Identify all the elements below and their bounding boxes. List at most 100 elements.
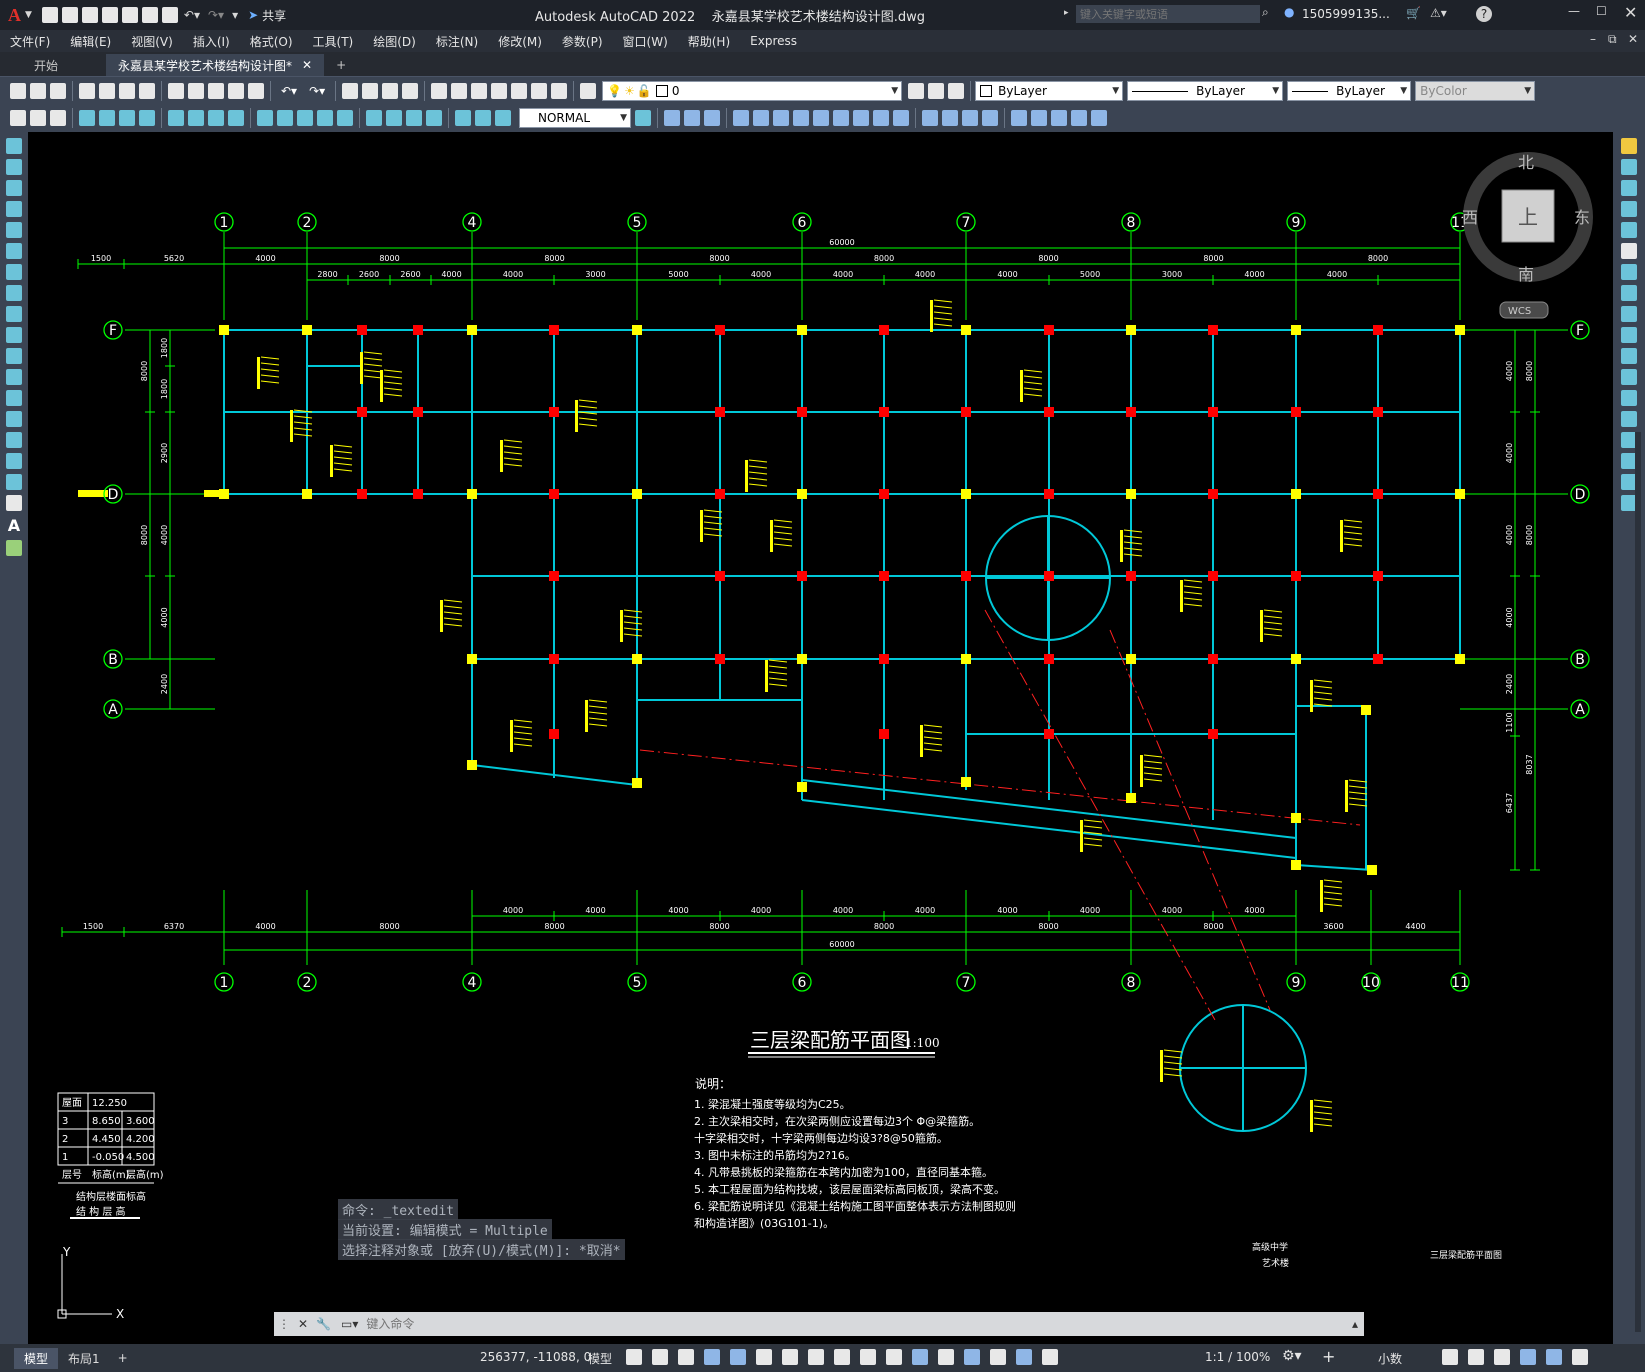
explode-icon[interactable] bbox=[813, 110, 829, 126]
viewcube-north[interactable]: 北 bbox=[1518, 153, 1534, 172]
polyline-icon[interactable] bbox=[6, 180, 22, 196]
undo-icon[interactable]: ↶▾ bbox=[184, 8, 200, 22]
customization-icon[interactable] bbox=[1572, 1349, 1588, 1365]
menu-help[interactable]: 帮助(H) bbox=[688, 33, 730, 50]
search-input[interactable] bbox=[1076, 5, 1260, 23]
menu-window[interactable]: 窗口(W) bbox=[623, 33, 668, 50]
plot-tb-icon[interactable] bbox=[79, 83, 95, 99]
rotate-icon[interactable] bbox=[893, 110, 909, 126]
offset-icon[interactable] bbox=[922, 110, 938, 126]
add-selected-icon[interactable] bbox=[6, 540, 22, 556]
doc-restore-icon[interactable]: ⧉ bbox=[1608, 32, 1617, 47]
erase-r-icon[interactable] bbox=[1621, 138, 1637, 154]
annotation-visibility-icon[interactable] bbox=[1016, 1349, 1032, 1365]
search-chevron-icon[interactable]: ▸ bbox=[1064, 8, 1069, 18]
markup-icon[interactable] bbox=[511, 83, 528, 99]
customize-qat-icon[interactable]: ▾ bbox=[232, 8, 238, 22]
mtext-icon[interactable]: A bbox=[8, 516, 20, 535]
viewcube-west[interactable]: 西 bbox=[1462, 208, 1478, 227]
move-icon[interactable] bbox=[664, 110, 680, 126]
xref-icon[interactable] bbox=[1091, 110, 1107, 126]
menu-draw[interactable]: 绘图(D) bbox=[373, 33, 416, 50]
jogged-dim-icon[interactable] bbox=[188, 110, 204, 126]
menu-edit[interactable]: 编辑(E) bbox=[70, 33, 111, 50]
extend-r-icon[interactable] bbox=[1621, 348, 1637, 364]
pedit-icon[interactable] bbox=[1011, 110, 1027, 126]
zoom-previous-icon[interactable] bbox=[402, 83, 419, 99]
isodraft-icon[interactable] bbox=[756, 1349, 772, 1365]
offset-r-icon[interactable] bbox=[1621, 201, 1637, 217]
doc-close-icon[interactable]: ✕ bbox=[1628, 32, 1638, 46]
selection-cycling-icon[interactable] bbox=[886, 1349, 902, 1365]
share-icon[interactable]: ➤ bbox=[248, 8, 258, 22]
publish-icon[interactable] bbox=[119, 83, 135, 99]
aligned-dim-icon[interactable] bbox=[99, 110, 115, 126]
vertical-scrollbar[interactable] bbox=[1635, 432, 1641, 1332]
jogged-linear-icon[interactable] bbox=[426, 110, 442, 126]
quick-properties-icon[interactable] bbox=[1442, 1349, 1458, 1365]
dim-space-icon[interactable] bbox=[317, 110, 333, 126]
dim-text-edit-icon[interactable] bbox=[475, 110, 491, 126]
menu-view[interactable]: 视图(V) bbox=[131, 33, 173, 50]
trim-icon[interactable] bbox=[733, 110, 749, 126]
quick-select-icon[interactable] bbox=[30, 110, 46, 126]
layout-tab-1[interactable]: 布局1 bbox=[58, 1348, 110, 1369]
menu-insert[interactable]: 插入(I) bbox=[193, 33, 230, 50]
sheet-set-icon[interactable] bbox=[491, 83, 508, 99]
diameter-dim-icon[interactable] bbox=[208, 110, 224, 126]
transparency-icon[interactable] bbox=[860, 1349, 876, 1365]
plotstyle-dropdown[interactable]: ByColor ▼ bbox=[1415, 81, 1536, 101]
block-insert-icon[interactable] bbox=[1071, 110, 1087, 126]
account-menu-icon[interactable]: ⚠▾ bbox=[1430, 6, 1447, 20]
radius-dim-icon[interactable] bbox=[168, 110, 184, 126]
units-dropdown[interactable]: 小数 bbox=[1378, 1350, 1402, 1367]
model-space-button[interactable]: 模型 bbox=[588, 1350, 612, 1367]
layer-walk-icon[interactable] bbox=[50, 110, 66, 126]
new-tab-button[interactable]: + bbox=[324, 54, 358, 76]
spline-edit-icon[interactable] bbox=[1051, 110, 1067, 126]
calculator-icon[interactable] bbox=[531, 83, 548, 99]
object-snap-icon[interactable] bbox=[808, 1349, 824, 1365]
layer-previous-icon[interactable] bbox=[928, 83, 945, 99]
command-close-icon[interactable]: ✕ bbox=[298, 1317, 308, 1331]
lineweight-icon[interactable] bbox=[834, 1349, 850, 1365]
stretch-r-icon[interactable] bbox=[1621, 306, 1637, 322]
copy-obj-icon[interactable] bbox=[684, 110, 700, 126]
trim-r-icon[interactable] bbox=[1621, 327, 1637, 343]
preview-icon[interactable] bbox=[99, 83, 115, 99]
angular-dim-icon[interactable] bbox=[228, 110, 244, 126]
hatch-edit-icon[interactable] bbox=[1031, 110, 1047, 126]
ortho-icon[interactable] bbox=[704, 1349, 720, 1365]
save-as-icon[interactable] bbox=[101, 7, 118, 23]
layer-properties-icon[interactable] bbox=[580, 83, 597, 99]
save-web-icon[interactable] bbox=[141, 7, 158, 23]
point-icon[interactable] bbox=[6, 411, 22, 427]
rotate-r-icon[interactable] bbox=[1621, 264, 1637, 280]
break-icon[interactable] bbox=[853, 110, 869, 126]
arc-dim-icon[interactable] bbox=[119, 110, 135, 126]
menu-express[interactable]: Express bbox=[750, 34, 797, 48]
dimstyle-manager-icon[interactable] bbox=[635, 110, 651, 126]
revcloud-icon[interactable] bbox=[6, 285, 22, 301]
line-icon[interactable] bbox=[6, 138, 22, 154]
infer-constraints-icon[interactable] bbox=[678, 1349, 694, 1365]
lineweight-dropdown[interactable]: ByLayer ▼ bbox=[1287, 81, 1412, 101]
auto-scale-icon[interactable] bbox=[1042, 1349, 1058, 1365]
quick-dim-icon[interactable] bbox=[257, 110, 273, 126]
coordinates[interactable]: 256377, -11088, 0 bbox=[480, 1350, 591, 1364]
workspace-gear-icon[interactable]: ⚙▾ bbox=[1282, 1348, 1302, 1364]
hatch-icon[interactable] bbox=[6, 432, 22, 448]
join-icon[interactable] bbox=[833, 110, 849, 126]
inspection-icon[interactable] bbox=[406, 110, 422, 126]
snap-icon[interactable] bbox=[652, 1349, 668, 1365]
save-icon[interactable] bbox=[81, 7, 98, 23]
lock-ui-icon[interactable] bbox=[1468, 1349, 1484, 1365]
3d-osnap-icon[interactable] bbox=[912, 1349, 928, 1365]
menu-tools[interactable]: 工具(T) bbox=[313, 33, 354, 50]
arc-icon[interactable] bbox=[6, 243, 22, 259]
array-icon[interactable] bbox=[962, 110, 978, 126]
cart-icon[interactable]: 🛒 bbox=[1406, 6, 1421, 20]
spline-icon[interactable] bbox=[6, 306, 22, 322]
selection-filter-icon[interactable] bbox=[964, 1349, 980, 1365]
app-menu-chevron-icon[interactable]: ▼ bbox=[25, 10, 32, 20]
